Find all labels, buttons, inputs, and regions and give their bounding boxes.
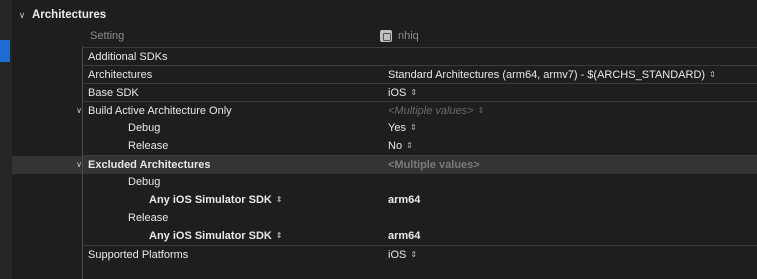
- setting-value[interactable]: arm64: [388, 194, 420, 206]
- setting-value[interactable]: No ⇕: [388, 140, 413, 152]
- condition-text: Any iOS Simulator SDK: [149, 194, 272, 206]
- disclosure-chevron-icon[interactable]: ∨: [74, 106, 84, 115]
- setting-value[interactable]: <Multiple values> ⇕: [388, 105, 484, 117]
- setting-column-header[interactable]: Setting: [90, 30, 124, 42]
- value-text: Standard Architectures (arm64, armv7) - …: [388, 68, 706, 81]
- setting-label: Additional SDKs: [88, 50, 168, 63]
- setting-row-debug[interactable]: Debug Yes ⇕: [82, 119, 757, 137]
- stepper-icon[interactable]: ⇕: [410, 88, 417, 97]
- stepper-icon[interactable]: ⇕: [276, 231, 283, 240]
- setting-value[interactable]: iOS ⇕: [388, 249, 417, 261]
- setting-row-architectures[interactable]: Architectures Standard Architectures (ar…: [82, 65, 757, 83]
- setting-row-release[interactable]: Release: [82, 209, 757, 227]
- sidebar-selection-accent: [0, 40, 10, 62]
- setting-value[interactable]: Yes ⇕: [388, 122, 417, 134]
- setting-row-base-sdk[interactable]: Base SDK iOS ⇕: [82, 83, 757, 101]
- setting-value[interactable]: Standard Architectures (arm64, armv7) - …: [388, 69, 716, 81]
- setting-row-supported-platforms[interactable]: Supported Platforms iOS ⇕: [82, 245, 757, 263]
- setting-row-release[interactable]: Release No ⇕: [82, 137, 757, 155]
- setting-label: Base SDK: [88, 86, 139, 99]
- stepper-icon[interactable]: ⇕: [410, 250, 417, 259]
- setting-label: Release: [128, 140, 169, 152]
- stepper-icon[interactable]: ⇕: [709, 70, 716, 79]
- app-target-icon: [380, 30, 392, 42]
- setting-row-build-active-architecture-only[interactable]: ∨ Build Active Architecture Only <Multip…: [76, 101, 757, 119]
- stepper-icon[interactable]: ⇕: [410, 123, 417, 132]
- condition-text: Any iOS Simulator SDK: [149, 230, 272, 242]
- value-text: iOS: [388, 86, 407, 99]
- value-text: iOS: [388, 248, 407, 261]
- setting-row-any-ios-simulator-sdk[interactable]: Any iOS Simulator SDK ⇕ arm64: [82, 227, 757, 245]
- disclosure-chevron-icon[interactable]: ∨: [74, 160, 84, 169]
- value-text: Yes: [388, 122, 406, 134]
- setting-label: Excluded Architectures: [88, 158, 211, 171]
- setting-label: Debug: [128, 176, 161, 188]
- value-text: <Multiple values>: [388, 104, 474, 117]
- setting-label: Release: [128, 212, 169, 224]
- setting-value[interactable]: <Multiple values>: [388, 159, 480, 171]
- setting-row-debug[interactable]: Debug: [82, 173, 757, 191]
- setting-label[interactable]: Any iOS Simulator SDK ⇕: [149, 230, 283, 242]
- section-header-architectures[interactable]: ∨ Architectures: [12, 4, 757, 26]
- target-column-header[interactable]: nhiq: [380, 30, 419, 42]
- value-text: No: [388, 140, 403, 152]
- setting-value[interactable]: iOS ⇕: [388, 87, 417, 99]
- table-header: Setting nhiq: [82, 26, 757, 46]
- setting-row-additional-sdks[interactable]: Additional SDKs: [82, 47, 757, 65]
- setting-value[interactable]: arm64: [388, 230, 420, 242]
- stepper-icon[interactable]: ⇕: [478, 106, 485, 115]
- setting-row-excluded-architectures[interactable]: ∨ Excluded Architectures <Multiple value…: [76, 155, 757, 173]
- setting-row-any-ios-simulator-sdk[interactable]: Any iOS Simulator SDK ⇕ arm64: [82, 191, 757, 209]
- chevron-down-icon[interactable]: ∨: [15, 10, 29, 21]
- stepper-icon[interactable]: ⇕: [406, 141, 413, 150]
- setting-label[interactable]: Any iOS Simulator SDK ⇕: [149, 194, 283, 206]
- section-title: Architectures: [32, 9, 107, 21]
- setting-label: Architectures: [88, 68, 153, 81]
- setting-label: Supported Platforms: [88, 248, 189, 261]
- setting-label: Build Active Architecture Only: [88, 104, 232, 117]
- target-name: nhiq: [398, 30, 419, 42]
- setting-label: Debug: [128, 122, 161, 134]
- stepper-icon[interactable]: ⇕: [276, 195, 283, 204]
